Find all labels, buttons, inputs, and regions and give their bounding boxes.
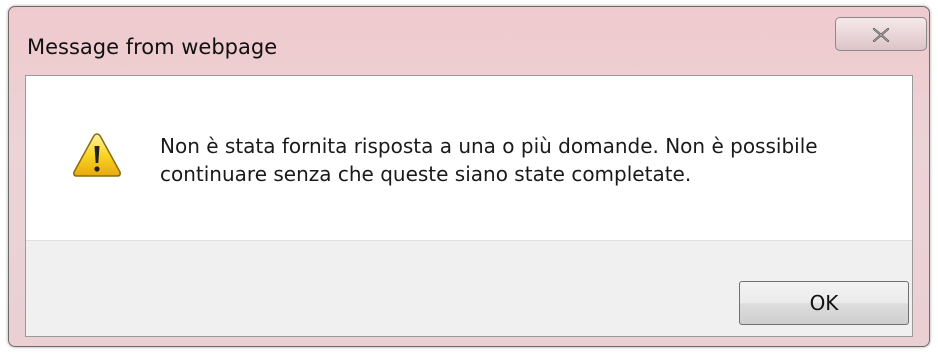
message-line-1: Non è stata fornita risposta a una o più… bbox=[160, 134, 818, 158]
dialog-content: Non è stata fornita risposta a una o più… bbox=[25, 75, 913, 337]
message-area: Non è stata fornita risposta a una o più… bbox=[26, 76, 912, 240]
close-button[interactable] bbox=[835, 17, 927, 51]
ok-button[interactable]: OK bbox=[739, 281, 909, 325]
message-line-2: continuare senza che queste siano state … bbox=[160, 162, 692, 186]
warning-icon bbox=[73, 133, 121, 177]
title-bar[interactable]: Message from webpage bbox=[9, 7, 929, 75]
message-text: Non è stata fornita risposta a una o più… bbox=[160, 132, 880, 188]
message-dialog: Message from webpage Non è stata fornita… bbox=[8, 6, 930, 347]
window-title: Message from webpage bbox=[27, 35, 278, 59]
button-area: OK bbox=[26, 240, 912, 336]
close-icon bbox=[872, 28, 890, 42]
